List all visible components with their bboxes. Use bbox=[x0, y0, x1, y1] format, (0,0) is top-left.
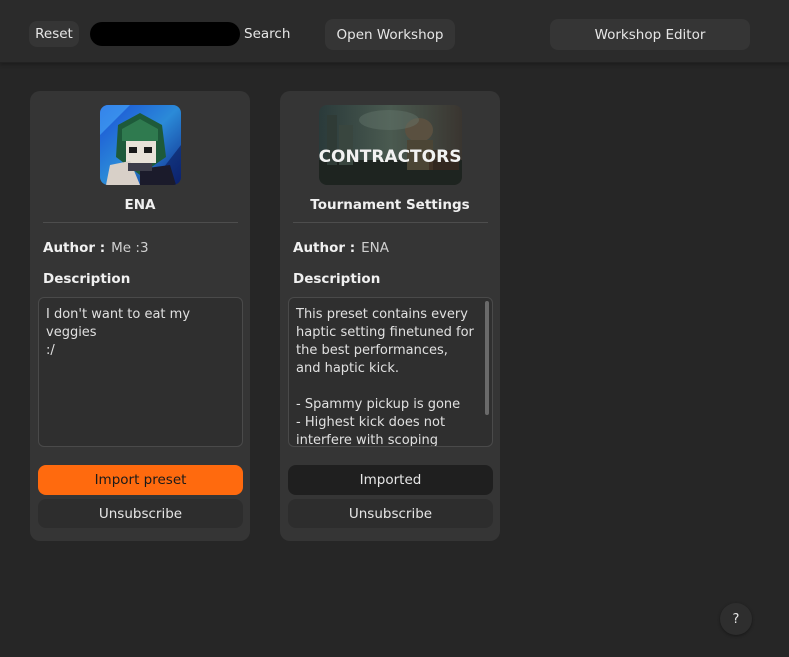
preset-title: Tournament Settings bbox=[310, 197, 470, 213]
imported-button[interactable]: Imported bbox=[288, 465, 493, 495]
game-banner-image: CONTRACTORS bbox=[319, 105, 462, 185]
import-preset-button[interactable]: Import preset bbox=[38, 465, 243, 495]
description-label: Description bbox=[43, 271, 131, 287]
author-row: Author : Me :3 bbox=[43, 240, 149, 256]
unsubscribe-button[interactable]: Unsubscribe bbox=[38, 499, 243, 528]
description-box[interactable]: This preset contains every haptic settin… bbox=[288, 297, 493, 447]
author-row: Author : ENA bbox=[293, 240, 389, 256]
top-toolbar: Reset Search Open Workshop Workshop Edit… bbox=[0, 0, 789, 63]
workshop-editor-button[interactable]: Workshop Editor bbox=[550, 19, 750, 50]
preset-thumbnail: CONTRACTORS bbox=[319, 105, 462, 185]
preset-card: ENA Author : Me :3 Description I don't wa… bbox=[30, 91, 250, 541]
author-value: Me :3 bbox=[111, 240, 149, 256]
description-label: Description bbox=[293, 271, 381, 287]
preset-thumbnail bbox=[100, 105, 181, 185]
search-label[interactable]: Search bbox=[244, 26, 290, 42]
search-input[interactable] bbox=[90, 22, 240, 46]
description-box[interactable]: I don't want to eat my veggies :/ bbox=[38, 297, 243, 447]
description-text: I don't want to eat my veggies :/ bbox=[46, 307, 191, 358]
unsubscribe-button[interactable]: Unsubscribe bbox=[288, 499, 493, 528]
character-portrait-image bbox=[100, 105, 181, 185]
reset-button[interactable]: Reset bbox=[29, 21, 79, 47]
description-text: This preset contains every haptic settin… bbox=[296, 307, 474, 447]
help-button[interactable]: ? bbox=[720, 603, 752, 635]
preset-card: CONTRACTORS Tournament Settings Author :… bbox=[280, 91, 500, 541]
divider bbox=[293, 222, 488, 223]
game-logo-text: CONTRACTORS bbox=[319, 147, 461, 167]
author-label: Author : bbox=[293, 240, 356, 256]
open-workshop-button[interactable]: Open Workshop bbox=[325, 19, 455, 50]
author-value: ENA bbox=[361, 240, 390, 256]
divider bbox=[43, 222, 238, 223]
author-label: Author : bbox=[43, 240, 106, 256]
preset-title: ENA bbox=[124, 197, 156, 213]
description-scrollbar[interactable] bbox=[485, 301, 489, 415]
